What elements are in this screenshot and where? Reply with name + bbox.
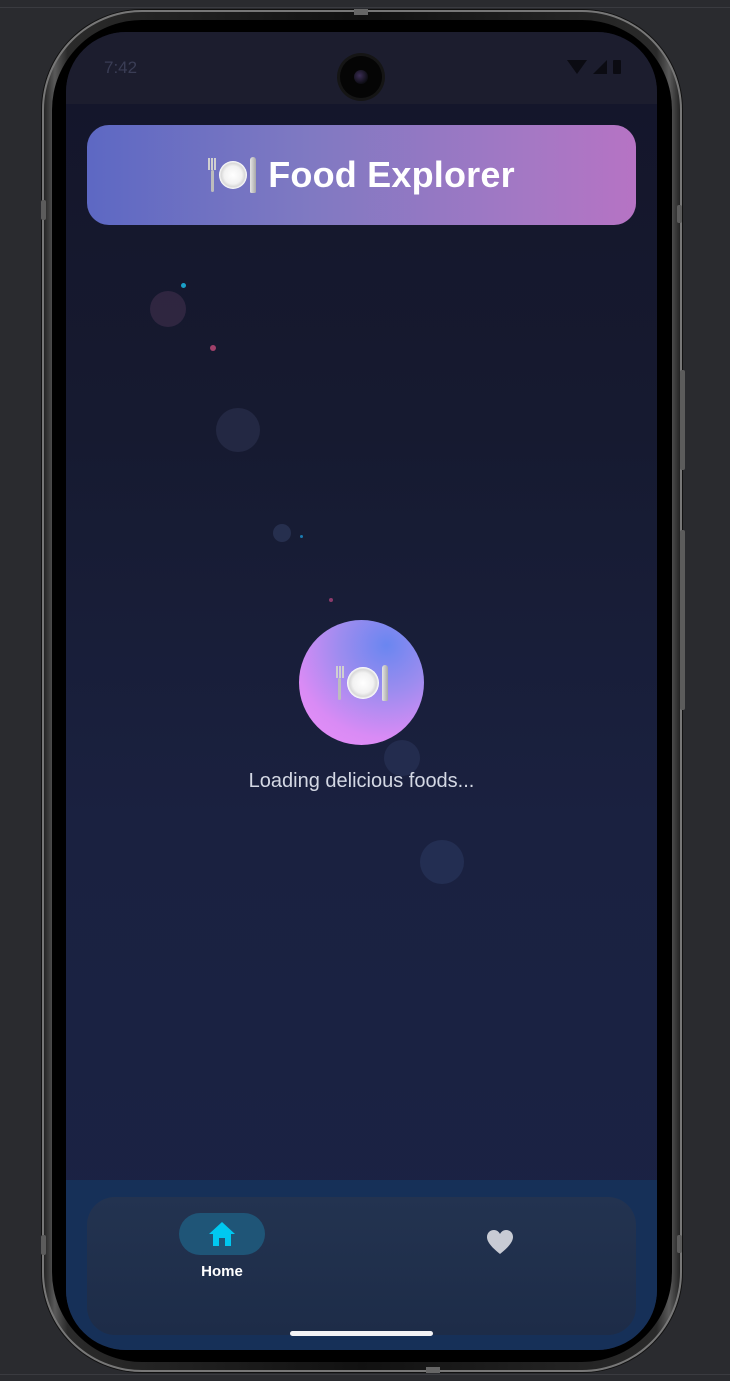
fork-icon <box>208 158 217 192</box>
fork-icon <box>335 665 344 700</box>
decor-bubble <box>150 291 186 327</box>
frame-marker-right-bottom <box>677 1235 682 1253</box>
decor-dot <box>300 535 303 538</box>
bottom-nav: Home <box>87 1197 636 1335</box>
home-icon <box>209 1222 235 1246</box>
battery-icon <box>613 60 621 74</box>
divider-top <box>0 7 730 8</box>
knife-icon <box>250 157 257 193</box>
camera-lens <box>354 70 368 84</box>
status-bar: 7:42 <box>66 32 657 104</box>
plate-icon <box>219 161 248 189</box>
app-title: Food Explorer <box>268 154 515 195</box>
app-screen: 7:42 Food Explorer Loading delicious foo… <box>66 32 657 1350</box>
loading-spinner <box>299 620 424 745</box>
fork-knife-plate-icon <box>208 157 257 193</box>
nav-home-button[interactable] <box>179 1213 265 1255</box>
front-camera <box>340 56 382 98</box>
fork-knife-plate-icon <box>335 664 388 701</box>
decor-bubble <box>216 408 260 452</box>
frame-marker-left <box>41 200 46 220</box>
knife-icon <box>381 664 388 701</box>
plate-icon <box>346 666 379 699</box>
status-time: 7:42 <box>104 58 138 77</box>
nav-favorites-button[interactable] <box>475 1217 525 1267</box>
decor-bubble <box>273 524 291 542</box>
nav-home-label[interactable]: Home <box>179 1263 265 1280</box>
frame-marker-left-bottom <box>41 1235 46 1255</box>
loading-message: Loading delicious foods... <box>248 770 475 792</box>
frame-marker-right <box>677 205 682 223</box>
power-button[interactable] <box>680 530 685 710</box>
decor-dot <box>329 598 333 602</box>
gesture-navigation-bar[interactable] <box>290 1331 433 1336</box>
heart-icon <box>487 1230 513 1254</box>
signal-icon <box>593 60 607 74</box>
divider-bottom <box>0 1374 730 1375</box>
wifi-icon <box>567 60 587 74</box>
device-preview: 7:42 Food Explorer Loading delicious foo… <box>0 0 730 1381</box>
decor-bubble <box>420 840 464 884</box>
decor-dot <box>181 283 186 288</box>
decor-dot <box>210 345 216 351</box>
app-header: Food Explorer <box>87 125 636 225</box>
frame-antenna-bottom <box>426 1367 440 1373</box>
frame-antenna-top <box>354 9 368 15</box>
status-icons <box>567 60 621 74</box>
volume-button[interactable] <box>680 370 685 470</box>
